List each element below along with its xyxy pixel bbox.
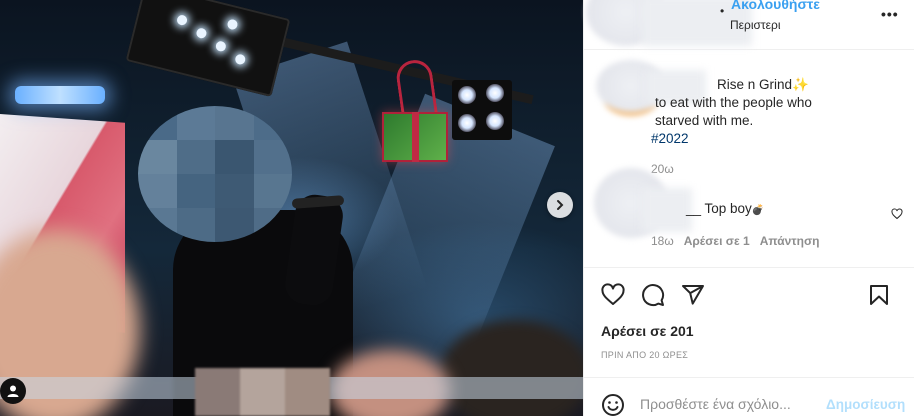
post-header: • Ακολουθήστε Περιστερι ••• xyxy=(584,0,914,50)
hashtag-link[interactable]: #2022 xyxy=(651,130,851,148)
share-button[interactable] xyxy=(681,283,705,312)
blurred-patch xyxy=(195,368,330,416)
separator-dot: • xyxy=(720,4,725,18)
comment-icon xyxy=(642,284,665,307)
caption-body: to eat with the people who starved with … xyxy=(655,95,812,128)
reply-link[interactable]: Απάντηση xyxy=(760,234,820,248)
comment-button[interactable] xyxy=(641,283,665,312)
comment-body: __ Top boy xyxy=(686,201,752,216)
likes-count[interactable]: Αρέσει σε 201 xyxy=(601,323,694,339)
comment-likes-link[interactable]: Αρέσει σε 1 xyxy=(684,234,750,248)
user-tag-button[interactable] xyxy=(0,378,26,404)
comment-time: 18ω xyxy=(651,234,674,248)
blurred-face xyxy=(138,106,292,242)
post-photo[interactable] xyxy=(0,0,583,416)
heart-icon xyxy=(891,208,903,220)
divider xyxy=(584,267,914,268)
post-caption: Rise n Grind✨ to eat with the people who… xyxy=(651,76,851,148)
chevron-right-icon xyxy=(557,200,564,210)
heart-icon xyxy=(601,283,625,305)
commenter-name-blur xyxy=(642,188,692,232)
user-tag-icon xyxy=(7,385,19,397)
caption-title: Rise n Grind xyxy=(717,77,793,92)
spotlight-panel xyxy=(452,80,512,140)
post-viewer: • Ακολουθήστε Περιστερι ••• Rise n Grind… xyxy=(0,0,914,416)
divider xyxy=(584,377,914,378)
next-photo-button[interactable] xyxy=(547,192,573,218)
post-side-panel: • Ακολουθήστε Περιστερι ••• Rise n Grind… xyxy=(583,0,914,416)
post-timestamp: ΠΡΙΝ ΑΠΟ 20 ΩΡΕΣ xyxy=(601,350,689,360)
more-icon[interactable]: ••• xyxy=(881,6,899,22)
save-button[interactable] xyxy=(867,283,891,312)
follow-button[interactable]: Ακολουθήστε xyxy=(731,0,820,12)
led-light-bar xyxy=(15,86,105,104)
comment-meta: 18ω Αρέσει σε 1 Απάντηση xyxy=(651,234,820,248)
post-comment-button[interactable]: Δημοσίευση xyxy=(826,397,905,412)
like-button[interactable] xyxy=(601,283,625,312)
gift-box xyxy=(382,112,448,162)
caption-sparkle: ✨ xyxy=(792,77,809,92)
comment-like-button[interactable] xyxy=(891,207,903,225)
comment-text: __ Top boy💣 xyxy=(686,201,764,216)
share-icon xyxy=(682,285,704,305)
caption-time: 20ω xyxy=(651,162,674,176)
emoji-icon xyxy=(602,394,624,416)
comment-input[interactable] xyxy=(640,392,820,416)
post-actions xyxy=(601,283,901,309)
location-label[interactable]: Περιστερι xyxy=(730,18,781,32)
emoji-button[interactable] xyxy=(601,393,625,416)
bookmark-icon xyxy=(870,285,888,305)
bomb-emoji: 💣 xyxy=(751,205,765,216)
gift-ribbon xyxy=(394,57,438,118)
light-fixture xyxy=(125,0,291,97)
